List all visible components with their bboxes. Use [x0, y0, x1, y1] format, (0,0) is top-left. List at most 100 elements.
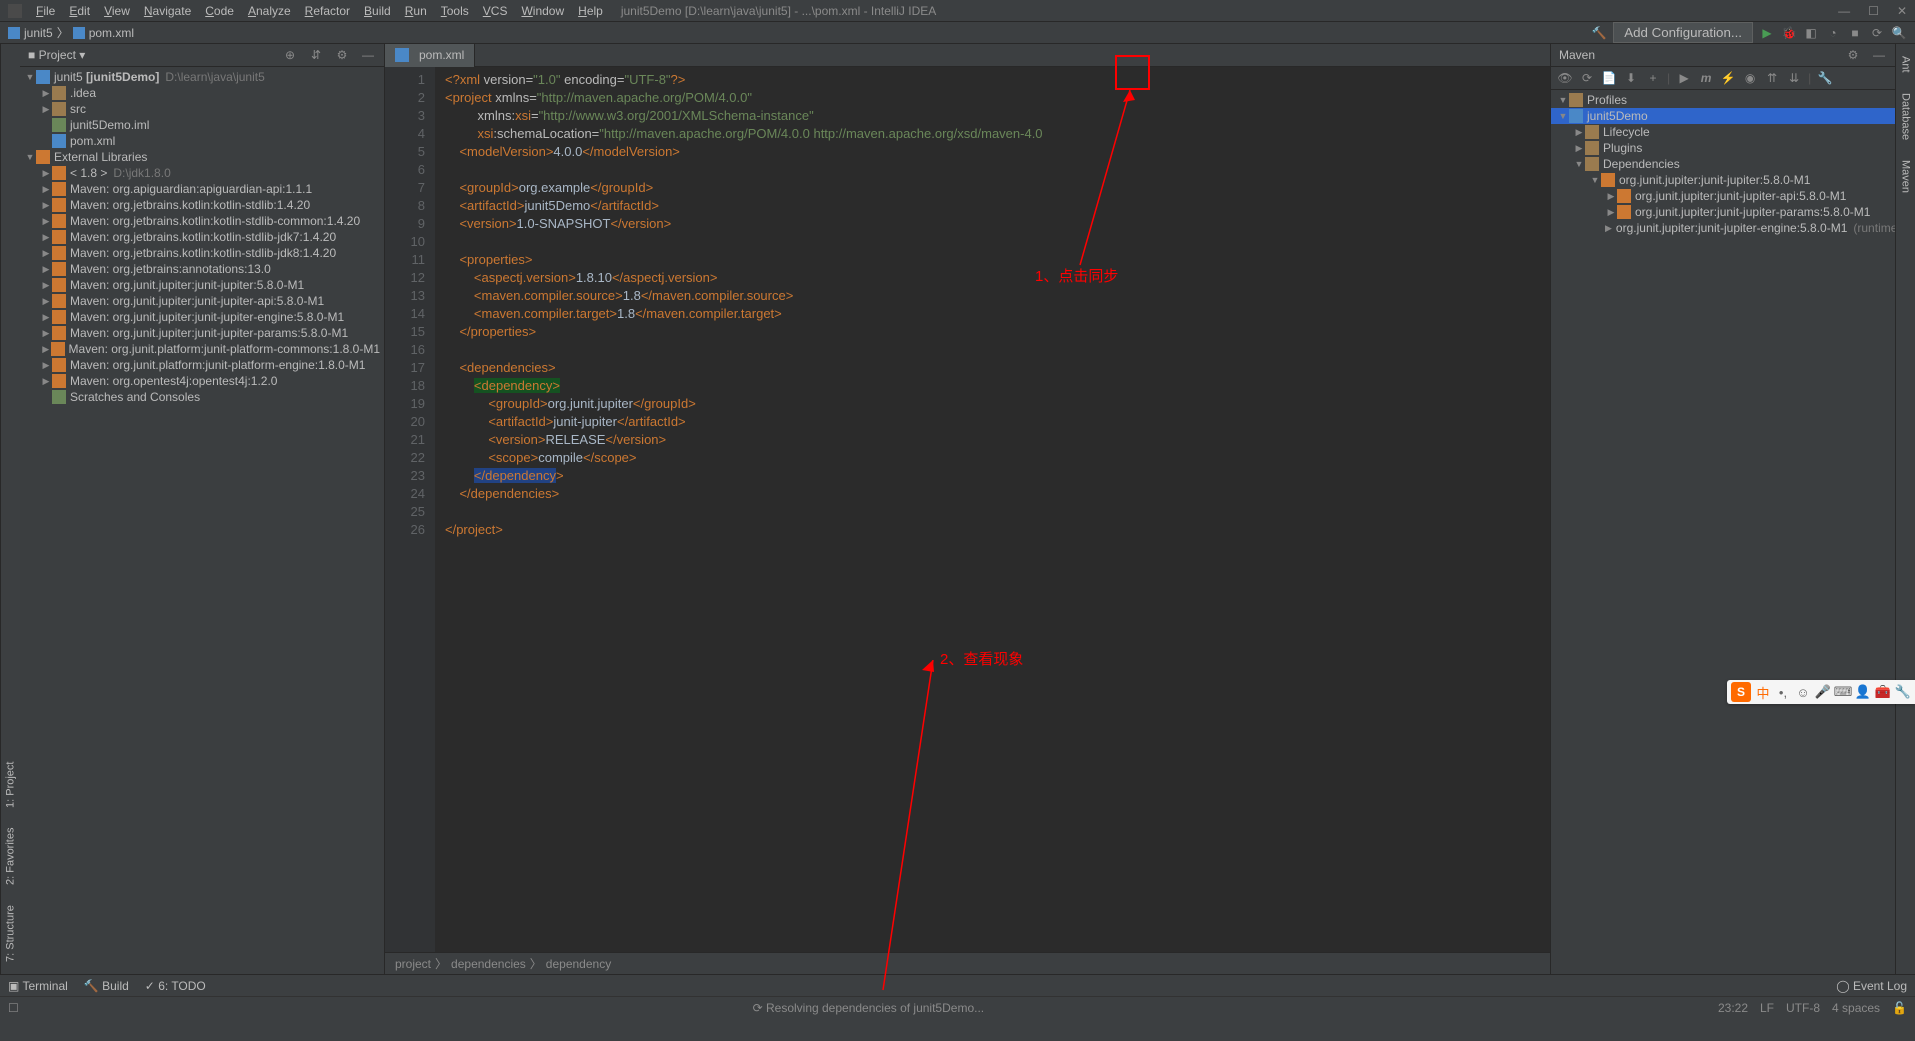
breadcrumb-item[interactable]: dependency	[546, 957, 611, 971]
project-item[interactable]: ▶src	[20, 101, 384, 117]
debug-icon[interactable]: 🐞	[1781, 25, 1797, 41]
menu-vcs[interactable]: VCS	[477, 2, 514, 20]
download-icon[interactable]: ⬇	[1623, 70, 1639, 86]
menu-navigate[interactable]: Navigate	[138, 2, 197, 20]
coverage-icon[interactable]: ◧	[1803, 25, 1819, 41]
menu-code[interactable]: Code	[199, 2, 240, 20]
skip-tests-icon[interactable]: ◉	[1742, 70, 1758, 86]
maven-tree-item[interactable]: ▶Plugins	[1551, 140, 1895, 156]
library-item[interactable]: ▶Maven: org.opentest4j:opentest4j:1.2.0	[20, 373, 384, 389]
collapse-icon[interactable]: ⇵	[308, 47, 324, 63]
event-log-tab[interactable]: ◯ Event Log	[1836, 979, 1907, 993]
maven-tree-item[interactable]: ▼Profiles	[1551, 92, 1895, 108]
menu-edit[interactable]: Edit	[63, 2, 96, 20]
hammer-icon[interactable]: 🔨	[1591, 25, 1607, 41]
library-item[interactable]: ▶Maven: org.junit.platform:junit-platfor…	[20, 341, 384, 357]
breadcrumb-item[interactable]: junit5	[24, 26, 53, 40]
project-item[interactable]: ▶.idea	[20, 85, 384, 101]
ime-keyboard-icon[interactable]: ⌨	[1835, 684, 1851, 700]
lock-icon[interactable]: 🔓	[1892, 1001, 1907, 1015]
code-editor[interactable]: 1234567891011121314151617181920212223242…	[385, 67, 1550, 952]
status-line-sep[interactable]: LF	[1760, 1001, 1774, 1015]
menu-tools[interactable]: Tools	[435, 2, 475, 20]
menu-help[interactable]: Help	[572, 2, 609, 20]
profile-icon[interactable]: ◔	[1825, 25, 1841, 41]
build-tab[interactable]: 🔨 Build	[84, 979, 129, 993]
breadcrumb-item[interactable]: dependencies	[451, 957, 526, 971]
library-item[interactable]: ▶Maven: org.junit.platform:junit-platfor…	[20, 357, 384, 373]
run-icon[interactable]: ▶	[1759, 25, 1775, 41]
hide-icon[interactable]: —	[1871, 47, 1887, 63]
hide-icon[interactable]: —	[360, 47, 376, 63]
library-item[interactable]: ▶Maven: org.jetbrains.kotlin:kotlin-stdl…	[20, 245, 384, 261]
breadcrumb-item[interactable]: project	[395, 957, 431, 971]
status-cursor[interactable]: 23:22	[1718, 1001, 1748, 1015]
ant-tab[interactable]: Ant	[1898, 50, 1914, 79]
favorites-tab[interactable]: 2: Favorites	[3, 822, 19, 891]
maven-tree-item[interactable]: ▼junit5Demo	[1551, 108, 1895, 124]
menu-build[interactable]: Build	[358, 2, 397, 20]
wrench-icon[interactable]: 🔧	[1817, 70, 1833, 86]
maven-tree-item[interactable]: ▶org.junit.jupiter:junit-jupiter-params:…	[1551, 204, 1895, 220]
close-icon[interactable]: ✕	[1897, 4, 1907, 18]
ime-punct-icon[interactable]: •,	[1775, 684, 1791, 700]
external-libraries[interactable]: ▼ External Libraries	[20, 149, 384, 165]
library-item[interactable]: ▶Maven: org.jetbrains.kotlin:kotlin-stdl…	[20, 197, 384, 213]
library-item[interactable]: ▶Maven: org.jetbrains.kotlin:kotlin-stdl…	[20, 229, 384, 245]
library-item[interactable]: ▶Maven: org.junit.jupiter:junit-jupiter:…	[20, 277, 384, 293]
eye-icon[interactable]: 👁	[1557, 70, 1573, 86]
database-tab[interactable]: Database	[1898, 87, 1914, 146]
menu-file[interactable]: File	[30, 2, 61, 20]
collapse-all-icon[interactable]: ⇈	[1764, 70, 1780, 86]
project-tree[interactable]: ▼ junit5 [junit5Demo] D:\learn\java\juni…	[20, 67, 384, 974]
menu-window[interactable]: Window	[515, 2, 570, 20]
gear-icon[interactable]: ⚙	[1845, 47, 1861, 63]
library-item[interactable]: ▶Maven: org.jetbrains.kotlin:kotlin-stdl…	[20, 213, 384, 229]
gear-icon[interactable]: ⚙	[334, 47, 350, 63]
add-icon[interactable]: +	[1645, 70, 1661, 86]
project-root[interactable]: ▼ junit5 [junit5Demo] D:\learn\java\juni…	[20, 69, 384, 85]
library-item[interactable]: ▶Maven: org.junit.jupiter:junit-jupiter-…	[20, 309, 384, 325]
add-configuration-button[interactable]: Add Configuration...	[1613, 22, 1753, 43]
structure-tab[interactable]: 7: Structure	[3, 899, 19, 968]
project-item[interactable]: junit5Demo.iml	[20, 117, 384, 133]
status-indent[interactable]: 4 spaces	[1832, 1001, 1880, 1015]
project-tab[interactable]: 1: Project	[3, 755, 19, 813]
maven-tree-item[interactable]: ▼Dependencies	[1551, 156, 1895, 172]
run-icon[interactable]: ▶	[1676, 70, 1692, 86]
update-icon[interactable]: ⟳	[1869, 25, 1885, 41]
target-icon[interactable]: ⊕	[282, 47, 298, 63]
ime-toolbox-icon[interactable]: 🧰	[1875, 684, 1891, 700]
maven-tab[interactable]: Maven	[1898, 154, 1914, 199]
m-icon[interactable]: m	[1698, 70, 1714, 86]
menu-run[interactable]: Run	[399, 2, 433, 20]
breadcrumb[interactable]: junit5 〉 pom.xml	[8, 24, 134, 41]
maven-tree-item[interactable]: ▼org.junit.jupiter:junit-jupiter:5.8.0-M…	[1551, 172, 1895, 188]
breadcrumb-item[interactable]: pom.xml	[89, 26, 134, 40]
menu-view[interactable]: View	[98, 2, 136, 20]
expand-all-icon[interactable]: ⇊	[1786, 70, 1802, 86]
status-corner-icon[interactable]: ☐	[8, 1001, 19, 1015]
library-item[interactable]: ▶Maven: org.junit.jupiter:junit-jupiter-…	[20, 325, 384, 341]
ime-mic-icon[interactable]: 🎤	[1815, 684, 1831, 700]
maven-tree-item[interactable]: ▶org.junit.jupiter:junit-jupiter-engine:…	[1551, 220, 1895, 236]
minimize-icon[interactable]: —	[1838, 4, 1850, 18]
ime-user-icon[interactable]: 👤	[1855, 684, 1871, 700]
reload-icon[interactable]: ⟳	[1579, 70, 1595, 86]
search-icon[interactable]: 🔍	[1891, 25, 1907, 41]
menu-analyze[interactable]: Analyze	[242, 2, 297, 20]
ime-smiley-icon[interactable]: ☺	[1795, 684, 1811, 700]
library-item[interactable]: ▶< 1.8 >D:\jdk1.8.0	[20, 165, 384, 181]
maven-tree-item[interactable]: ▶org.junit.jupiter:junit-jupiter-api:5.8…	[1551, 188, 1895, 204]
maven-tree-item[interactable]: ▶Lifecycle	[1551, 124, 1895, 140]
stop-icon[interactable]: ■	[1847, 25, 1863, 41]
todo-tab[interactable]: ✓ 6: TODO	[145, 979, 206, 993]
project-item[interactable]: pom.xml	[20, 133, 384, 149]
library-item[interactable]: ▶Maven: org.jetbrains:annotations:13.0	[20, 261, 384, 277]
library-item[interactable]: ▶Maven: org.apiguardian:apiguardian-api:…	[20, 181, 384, 197]
editor-tab-pom[interactable]: pom.xml	[385, 44, 475, 67]
ime-toolbar[interactable]: S 中 •, ☺ 🎤 ⌨ 👤 🧰 🔧	[1727, 680, 1915, 704]
sogou-icon[interactable]: S	[1731, 682, 1751, 702]
ime-lang-icon[interactable]: 中	[1755, 684, 1771, 700]
library-item[interactable]: ▶Maven: org.junit.jupiter:junit-jupiter-…	[20, 293, 384, 309]
